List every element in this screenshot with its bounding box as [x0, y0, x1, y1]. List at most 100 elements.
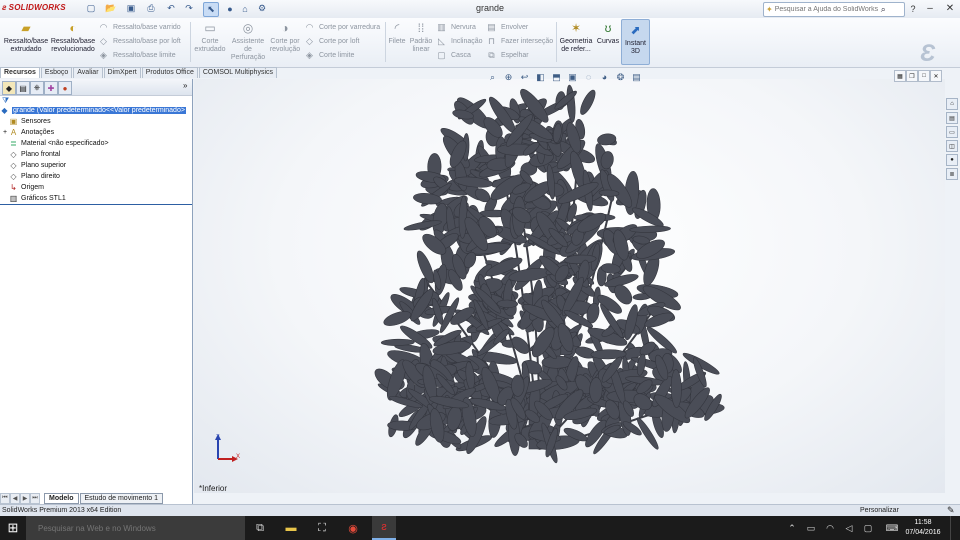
appearances-icon[interactable]: ● [946, 154, 958, 166]
open-file-icon[interactable]: 📂 [104, 2, 118, 15]
help-search-box[interactable]: ✦ ⌕ [763, 2, 905, 17]
file-explorer-icon[interactable]: ▭ [946, 126, 958, 138]
rebuild-icon[interactable]: ● [223, 2, 237, 15]
boss-extrude-button[interactable]: ▰ Ressalto/base extrudado [4, 20, 48, 54]
property-manager-icon[interactable]: ▤ [16, 81, 30, 95]
lofted-cut-button[interactable]: ◇ Corte por loft [304, 34, 380, 48]
print-icon[interactable]: ⎙ [144, 2, 158, 15]
zoom-to-fit-icon[interactable]: ⌕ [486, 71, 499, 84]
tab-recursos[interactable]: Recursos [0, 67, 40, 78]
hide-show-items-icon[interactable]: ◌ [582, 71, 595, 84]
stl-plant-model[interactable] [194, 79, 945, 493]
display-manager-icon[interactable]: ● [58, 81, 72, 95]
dimxpert-manager-icon[interactable]: ✚ [44, 81, 58, 95]
scroll-first-icon[interactable]: ⏮ [0, 493, 10, 504]
boundary-cut-button[interactable]: ◈ Corte limite [304, 48, 380, 62]
view-palette-icon[interactable]: ◫ [946, 140, 958, 152]
notifications-icon[interactable]: ▢ [862, 521, 874, 535]
tab-dimxpert[interactable]: DimXpert [103, 67, 141, 78]
graphics-viewport[interactable] [194, 79, 945, 493]
boundary-boss-button[interactable]: ◈ Ressalto/base limite [98, 48, 181, 62]
shell-button[interactable]: ▢ Casca [436, 48, 483, 62]
scroll-last-icon[interactable]: ⏭ [30, 493, 40, 504]
view-orientation-icon[interactable]: ⬒ [550, 71, 563, 84]
close-icon[interactable]: ✕ [942, 1, 958, 16]
edit-appearance-icon[interactable]: ◕ [598, 71, 611, 84]
swept-cut-button[interactable]: ◠ Corte por varredura [304, 20, 381, 34]
minimize-icon[interactable]: – [922, 1, 938, 16]
display-style-icon[interactable]: ▣ [566, 71, 579, 84]
file-properties-icon[interactable]: ⌂ [238, 2, 252, 15]
resources-tab-icon[interactable]: ⌂ [946, 98, 958, 110]
cut-extrude-button[interactable]: ▭ Corte extrudado [193, 20, 227, 54]
tab-esboco[interactable]: Esboço [40, 67, 73, 78]
file-explorer-taskbar-icon[interactable]: ▬ [279, 516, 303, 540]
solidworks-taskbar-icon[interactable]: ƨ [372, 516, 396, 540]
network-icon[interactable]: ▭ [805, 521, 817, 535]
task-view-icon[interactable]: ⧉ [248, 516, 272, 540]
viewport-close-icon[interactable]: ✕ [930, 70, 942, 82]
design-library-icon[interactable]: ▤ [946, 112, 958, 124]
reference-geometry-button[interactable]: ✶ Geometria de refer... [558, 20, 594, 54]
solidworks-logo[interactable]: ƨ SOLIDWORKS [2, 3, 66, 15]
wrap-button[interactable]: ▤ Envolver [486, 20, 553, 34]
options-icon[interactable]: ⚙ [255, 2, 269, 15]
intersect-button[interactable]: ⊓ Fazer interseção [486, 34, 553, 48]
curves-button[interactable]: ʊ Curvas [596, 20, 620, 46]
tree-root-part[interactable]: ◆ grande (Valor predeterminado<<Valor pre… [0, 105, 186, 116]
swept-boss-button[interactable]: ◠ Ressalto/base varrido [98, 20, 181, 34]
expand-panel-icon[interactable]: » [183, 81, 187, 90]
apply-scene-icon[interactable]: ❂ [614, 71, 627, 84]
viewport-tile-icon[interactable]: ▦ [894, 70, 906, 82]
keyboard-icon[interactable]: ⌨ [883, 521, 901, 535]
help-search-input[interactable] [772, 6, 881, 13]
rib-button[interactable]: ▥ Nervura [436, 20, 483, 34]
taskbar-clock[interactable]: 11:58 07/04/2016 [903, 518, 943, 538]
search-icon[interactable]: ⌕ [881, 4, 886, 15]
tab-comsol[interactable]: COMSOL Multiphysics [198, 67, 278, 78]
rebuild-status-icon[interactable]: ✎ [947, 505, 955, 516]
viewport-maximize-icon[interactable]: □ [918, 70, 930, 82]
undo-icon[interactable]: ↶ [164, 2, 178, 15]
show-desktop-button[interactable] [950, 516, 960, 540]
taskbar-search-box[interactable] [26, 516, 245, 540]
feature-tree-icon[interactable]: ◆ [2, 81, 16, 95]
new-document-icon[interactable]: ▢ [84, 2, 98, 15]
scroll-prev-icon[interactable]: ◀ [10, 493, 20, 504]
tree-item-sensors[interactable]: ▣ Sensores [9, 116, 51, 127]
configuration-manager-icon[interactable]: ⎈ [30, 81, 44, 95]
tree-item-origin[interactable]: ↳ Origem [9, 182, 44, 193]
section-view-icon[interactable]: ◧ [534, 71, 547, 84]
tab-avaliar[interactable]: Avaliar [73, 67, 103, 78]
scroll-next-icon[interactable]: ▶ [20, 493, 30, 504]
tree-item-front-plane[interactable]: ◇ Plano frontal [9, 149, 60, 160]
mirror-button[interactable]: ⧉ Espelhar [486, 48, 553, 62]
select-pointer-icon[interactable]: ⬉ [203, 2, 219, 17]
viewport-restore-icon[interactable]: ❐ [906, 70, 918, 82]
tree-item-top-plane[interactable]: ◇ Plano superior [9, 160, 66, 171]
help-menu-icon[interactable]: ? [907, 1, 919, 16]
tree-filter-row[interactable]: ⧩ [0, 96, 192, 105]
tab-motion-study[interactable]: Estudo de movimento 1 [79, 493, 164, 504]
wifi-icon[interactable]: ◠ [824, 521, 836, 535]
cut-revolve-button[interactable]: ◑ Corte por revolução [268, 20, 302, 54]
show-hidden-icons-icon[interactable]: ⌃ [786, 521, 798, 535]
instant3d-button[interactable]: ⬈ Instant 3D [621, 19, 650, 65]
previous-view-icon[interactable]: ↩ [518, 71, 531, 84]
custom-properties-icon[interactable]: ≣ [946, 168, 958, 180]
view-settings-icon[interactable]: ▤ [630, 71, 643, 84]
tree-item-annotations[interactable]: + A Anotações [3, 127, 54, 138]
tree-item-material[interactable]: ≣ Material <não especificado> [9, 138, 108, 149]
zoom-to-area-icon[interactable]: ⊕ [502, 71, 515, 84]
tree-item-right-plane[interactable]: ◇ Plano direito [9, 171, 60, 182]
windows-start-icon[interactable]: ⊞ [0, 516, 26, 540]
fillet-button[interactable]: ◜ Filete [387, 20, 407, 46]
customize-button[interactable]: Personalizar [860, 507, 899, 514]
draft-button[interactable]: ◺ Inclinação [436, 34, 483, 48]
hole-wizard-button[interactable]: ◎ Assistente de Perfuração [229, 20, 267, 62]
linear-pattern-button[interactable]: ⁞⁞ Padrão linear [409, 20, 433, 54]
tree-item-stl-graphics[interactable]: ▥ Gráficos STL1 [9, 193, 66, 204]
boss-revolve-button[interactable]: ◐ Ressalto/base revolucionado [50, 20, 96, 54]
volume-icon[interactable]: ◁ [843, 521, 855, 535]
save-icon[interactable]: ▣ [124, 2, 138, 15]
